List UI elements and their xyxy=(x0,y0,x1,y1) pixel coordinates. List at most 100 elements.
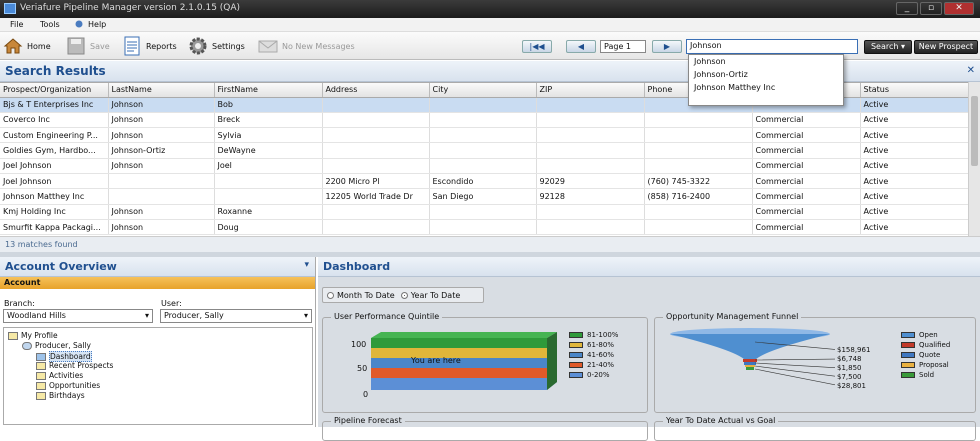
first-page-button[interactable]: |◀◀ xyxy=(522,40,552,53)
tree-label: Producer, Sally xyxy=(35,341,91,350)
chevron-down-icon: ▾ xyxy=(303,311,308,320)
table-cell: Johnson xyxy=(108,204,215,220)
account-section-header[interactable]: Account xyxy=(0,277,315,289)
table-cell xyxy=(536,127,645,144)
menu-help[interactable]: Help xyxy=(88,20,106,29)
autocomplete-item[interactable]: Johnson-Ortiz xyxy=(689,68,843,81)
maximize-button[interactable]: ▫ xyxy=(920,2,942,15)
radio-year[interactable]: Year To Date xyxy=(400,290,461,300)
legend-item: Proposal xyxy=(901,360,949,369)
table-cell xyxy=(536,142,645,159)
legend-item: 21-40% xyxy=(569,360,614,369)
table-cell: Commercial xyxy=(752,127,861,144)
tree-item-activities[interactable]: Activities xyxy=(36,371,83,380)
tree-item-opportunities[interactable]: Opportunities xyxy=(36,381,100,390)
branch-select[interactable]: Woodland Hills ▾ xyxy=(3,309,153,323)
tree-item-recent-prospects[interactable]: Recent Prospects xyxy=(36,361,113,370)
quintile-title: User Performance Quintile xyxy=(331,312,443,321)
column-header[interactable]: Address xyxy=(322,83,430,98)
account-overview-panel: Account Overview ▾ Account Branch: Woodl… xyxy=(0,257,316,427)
match-count: 13 matches found xyxy=(0,236,980,252)
app-icon xyxy=(4,3,16,14)
settings-label: Settings xyxy=(212,41,245,51)
dashboard-title: Dashboard xyxy=(318,257,980,277)
table-cell: Johnson xyxy=(108,127,215,144)
tree-label: Recent Prospects xyxy=(49,361,114,370)
table-cell: Commercial xyxy=(752,142,861,159)
search-input[interactable]: Johnson xyxy=(686,39,858,54)
prev-page-button[interactable]: ◀ xyxy=(566,40,596,53)
grid-scrollbar[interactable] xyxy=(968,82,980,236)
column-header[interactable]: City xyxy=(429,83,537,98)
table-row[interactable]: Goldies Gym, Hardbo... Johnson-Ortiz DeWay… xyxy=(0,142,969,159)
you-are-here-marker: You are here xyxy=(411,356,461,365)
tree-label: Birthdays xyxy=(49,391,85,400)
table-cell xyxy=(214,188,323,205)
table-cell xyxy=(536,158,645,174)
autocomplete-item[interactable]: Johnson Matthey Inc xyxy=(689,81,843,94)
table-row[interactable]: Custom Engineering P... Johnson Sylvia Comm… xyxy=(0,127,969,144)
tree-label: Activities xyxy=(49,371,84,380)
settings-button[interactable]: Settings xyxy=(188,36,245,56)
close-button[interactable]: ✕ xyxy=(944,2,974,15)
tree-item-producer[interactable]: Producer, Sally xyxy=(22,341,91,350)
minimize-button[interactable]: _ xyxy=(896,2,918,15)
table-row[interactable]: Smurfit Kappa Packagi... Johnson Doug Comme… xyxy=(0,219,969,236)
column-header[interactable]: LastName xyxy=(108,83,215,98)
table-cell: Active xyxy=(860,112,969,129)
home-button[interactable]: Home xyxy=(3,36,51,56)
close-icon[interactable]: ✕ xyxy=(967,65,975,76)
table-cell xyxy=(429,158,537,174)
tree-item-my-profile[interactable]: My Profile xyxy=(8,331,58,340)
scrollbar-thumb[interactable] xyxy=(971,96,978,166)
legend-item: Quote xyxy=(901,350,940,359)
gear-icon xyxy=(189,37,207,55)
column-header[interactable]: Status xyxy=(860,83,969,98)
ytd-title: Year To Date Actual vs Goal xyxy=(663,416,779,425)
table-cell: Kmj Holding Inc xyxy=(0,204,109,220)
reports-button[interactable]: Reports xyxy=(122,36,177,56)
user-select[interactable]: Producer, Sally ▾ xyxy=(160,309,312,323)
table-row[interactable]: Joel Johnson 2200 Micro Pl Escondido 92029(… xyxy=(0,173,969,190)
table-cell: 12205 World Trade Dr xyxy=(322,188,430,205)
table-cell xyxy=(322,158,430,174)
table-cell: Johnson Matthey Inc xyxy=(0,188,109,205)
column-header[interactable]: Prospect/Organization xyxy=(0,83,109,98)
autocomplete-item[interactable]: Johnson xyxy=(689,55,843,68)
search-button[interactable]: Search ▾ xyxy=(864,40,912,54)
column-header[interactable]: FirstName xyxy=(214,83,323,98)
page-indicator[interactable]: Page 1 xyxy=(600,40,646,53)
table-row[interactable]: Kmj Holding Inc Johnson Roxanne Commercial A… xyxy=(0,204,969,220)
menu-file[interactable]: File xyxy=(10,20,23,29)
table-row[interactable]: Joel Johnson Johnson Joel Commercial Active xyxy=(0,158,969,174)
table-row[interactable]: Johnson Matthey Inc 12205 World Trade Dr S… xyxy=(0,188,969,205)
funnel-shape xyxy=(670,328,835,386)
next-page-button[interactable]: ▶ xyxy=(652,40,682,53)
tree-item-birthdays[interactable]: Birthdays xyxy=(36,391,85,400)
table-cell: Active xyxy=(860,158,969,174)
user-value: Producer, Sally xyxy=(164,311,224,320)
mail-icon xyxy=(258,40,278,53)
table-cell: Commercial xyxy=(752,204,861,220)
new-prospect-button[interactable]: New Prospect xyxy=(914,40,978,54)
radio-month-label: Month To Date xyxy=(337,290,395,300)
save-button[interactable]: Save xyxy=(66,36,110,56)
radio-month[interactable]: Month To Date xyxy=(327,291,395,300)
table-cell: Joel xyxy=(214,158,323,174)
table-cell xyxy=(536,112,645,129)
column-header[interactable]: ZIP xyxy=(536,83,645,98)
legend-label: Qualified xyxy=(919,340,951,349)
table-cell: Smurfit Kappa Packagi... xyxy=(0,219,109,236)
folder-icon xyxy=(36,391,46,400)
table-cell xyxy=(429,112,537,129)
table-row[interactable]: Coverco Inc Johnson Breck Commercial Active xyxy=(0,112,969,129)
table-cell: Johnson xyxy=(108,97,215,113)
messages-button[interactable]: No New Messages xyxy=(258,36,355,56)
folder-icon xyxy=(36,371,46,380)
radio-year-label: Year To Date xyxy=(410,290,461,300)
chevron-down-icon[interactable]: ▾ xyxy=(304,260,309,270)
legend-item: 81-100% xyxy=(569,330,618,339)
menu-tools[interactable]: Tools xyxy=(40,20,60,29)
table-cell: Doug xyxy=(214,219,323,236)
legend-item: 0-20% xyxy=(569,370,610,379)
